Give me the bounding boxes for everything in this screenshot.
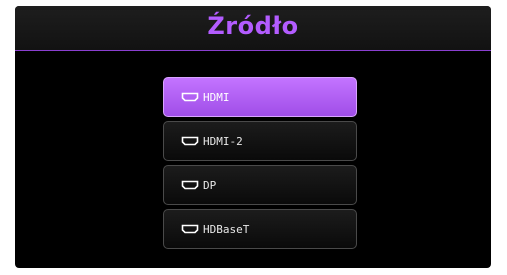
- source-item-label: HDBaseT: [203, 222, 250, 236]
- source-item-label: DP: [203, 178, 217, 192]
- header-bar: Źródło: [15, 6, 491, 50]
- source-menu-screen: Źródło HDMI HDMI-2 DP HDBaseT: [15, 6, 491, 268]
- page-title: Źródło: [207, 12, 299, 40]
- source-item-hdmi[interactable]: HDMI: [163, 77, 357, 117]
- source-list: HDMI HDMI-2 DP HDBaseT: [163, 77, 357, 253]
- source-item-label: HDMI-2: [203, 134, 243, 148]
- hdmi-port-icon: [181, 92, 199, 102]
- header-divider: [15, 50, 491, 51]
- source-item-label: HDMI: [203, 90, 230, 104]
- source-item-dp[interactable]: DP: [163, 165, 357, 205]
- source-item-hdbaset[interactable]: HDBaseT: [163, 209, 357, 249]
- source-item-hdmi-2[interactable]: HDMI-2: [163, 121, 357, 161]
- hdmi-port-icon: [181, 180, 199, 190]
- hdmi-port-icon: [181, 224, 199, 234]
- hdmi-port-icon: [181, 136, 199, 146]
